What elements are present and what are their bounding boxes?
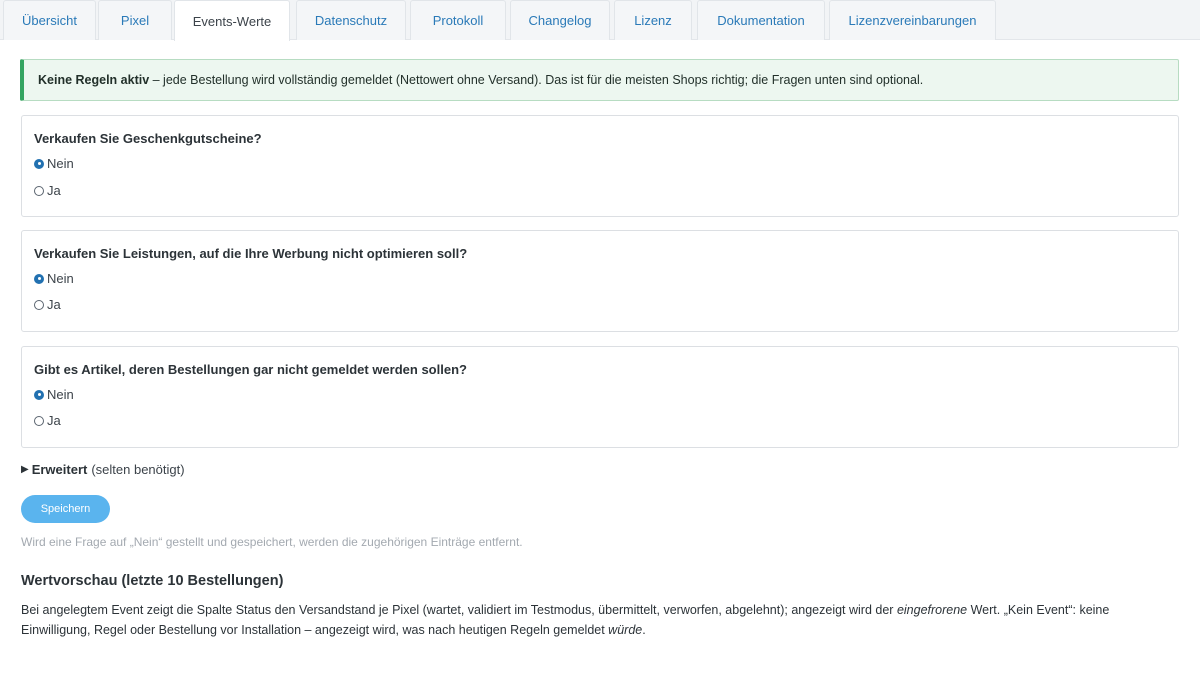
radio-option-ja[interactable]: Ja <box>34 297 61 312</box>
radio-selected-icon[interactable] <box>34 273 44 284</box>
preview-emphasis-1: eingefrorene <box>896 603 968 617</box>
question-card-excluded-items: Gibt es Artikel, deren Bestellungen gar … <box>21 346 1179 448</box>
radio-label: Nein <box>47 156 74 171</box>
advanced-toggle[interactable]: ▶ Erweitert (selten benötigt) <box>21 462 185 477</box>
notice-text: – jede Bestellung wird vollständig gemel… <box>149 73 924 87</box>
question-label: Verkaufen Sie Geschenkgutscheine? <box>34 131 262 146</box>
preview-description: Bei angelegtem Event zeigt die Spalte St… <box>21 600 1171 640</box>
question-label: Verkaufen Sie Leistungen, auf die Ihre W… <box>34 246 468 261</box>
radio-option-nein[interactable]: Nein <box>34 271 74 286</box>
radio-unselected-icon[interactable] <box>34 415 44 426</box>
radio-selected-icon[interactable] <box>34 389 44 400</box>
question-label: Gibt es Artikel, deren Bestellungen gar … <box>34 362 467 377</box>
radio-option-nein[interactable]: Nein <box>34 387 74 402</box>
advanced-note: (selten benötigt) <box>91 462 185 477</box>
radio-label: Nein <box>47 271 74 286</box>
tab-protokoll[interactable]: Protokoll <box>410 0 506 40</box>
preview-heading: Wertvorschau (letzte 10 Bestellungen) <box>21 573 284 589</box>
advanced-label: Erweitert <box>31 462 88 477</box>
tab-dokumentation[interactable]: Dokumentation <box>697 0 825 40</box>
tab-datenschutz[interactable]: Datenschutz <box>296 0 406 40</box>
notice-title: Keine Regeln aktiv <box>38 73 150 87</box>
radio-unselected-icon[interactable] <box>34 299 44 310</box>
radio-option-ja[interactable]: Ja <box>34 183 61 198</box>
radio-label: Ja <box>47 297 61 312</box>
save-button[interactable]: Speichern <box>21 495 110 523</box>
tab-uebersicht[interactable]: Übersicht <box>3 0 96 40</box>
radio-label: Nein <box>47 387 74 402</box>
radio-label: Ja <box>47 413 61 428</box>
tab-changelog[interactable]: Changelog <box>510 0 610 40</box>
radio-option-nein[interactable]: Nein <box>34 156 74 171</box>
tab-lizenz[interactable]: Lizenz <box>614 0 692 40</box>
tab-bar: Übersicht Pixel Events-Werte Datenschutz… <box>0 0 1200 41</box>
radio-selected-icon[interactable] <box>34 158 44 169</box>
preview-emphasis-2: würde <box>608 623 643 637</box>
preview-text-1: Bei angelegtem Event zeigt die Spalte St… <box>21 603 897 617</box>
tab-events-werte[interactable]: Events-Werte <box>174 0 290 41</box>
tab-lizenzvereinbarungen[interactable]: Lizenzvereinbarungen <box>829 0 996 40</box>
radio-unselected-icon[interactable] <box>34 185 44 196</box>
expand-triangle-icon: ▶ <box>21 464 29 475</box>
tab-pixel[interactable]: Pixel <box>98 0 172 40</box>
question-card-services: Verkaufen Sie Leistungen, auf die Ihre W… <box>21 230 1179 332</box>
rules-notice: Keine Regeln aktiv – jede Bestellung wir… <box>20 59 1179 101</box>
radio-label: Ja <box>47 183 61 198</box>
radio-option-ja[interactable]: Ja <box>34 413 61 428</box>
save-hint: Wird eine Frage auf „Nein“ gestellt und … <box>21 535 523 549</box>
preview-text-3: . <box>642 623 646 637</box>
question-card-gift-vouchers: Verkaufen Sie Geschenkgutscheine? Nein J… <box>21 115 1179 217</box>
